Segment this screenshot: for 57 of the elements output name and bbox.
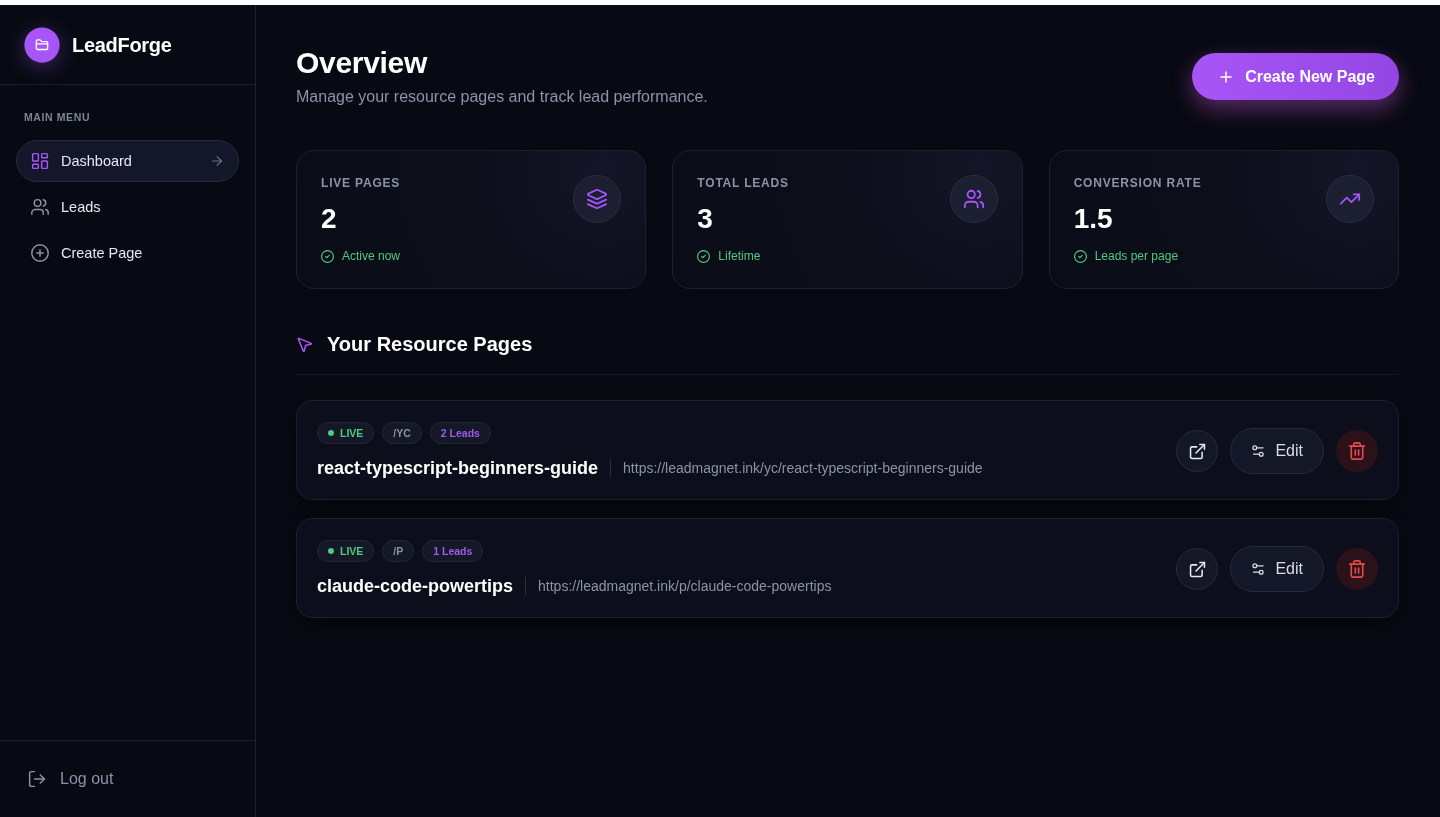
plus-circle-icon xyxy=(31,244,49,262)
sliders-icon xyxy=(1251,444,1266,458)
sidebar-item[interactable]: Dashboard xyxy=(16,140,239,182)
check-circle-icon xyxy=(697,249,711,263)
trash-icon xyxy=(1348,442,1366,460)
external-link-icon xyxy=(1188,442,1206,460)
status-dot-icon xyxy=(328,548,334,554)
path-badge: /YC xyxy=(382,422,422,444)
leads-count-badge: 2 Leads xyxy=(429,422,491,444)
stat-note: Leads per page xyxy=(1094,248,1179,264)
page-title: claude-code-powertips xyxy=(317,575,514,598)
create-page-button[interactable]: Create New Page xyxy=(1192,53,1399,100)
path-badge: /P xyxy=(382,540,415,562)
check-circle-icon xyxy=(321,249,334,263)
sidebar-item[interactable]: Leads xyxy=(16,186,239,228)
delete-button[interactable] xyxy=(1336,548,1378,590)
stat-value: 3 xyxy=(697,202,713,236)
external-link-icon xyxy=(1188,560,1206,578)
users-icon xyxy=(31,198,49,216)
trash-icon xyxy=(1348,560,1366,578)
status-dot-icon xyxy=(328,430,334,436)
page-heading: Overview xyxy=(296,45,429,81)
folder-logo-icon xyxy=(24,27,60,63)
section-heading: Your Resource Pages xyxy=(327,332,533,357)
users-icon xyxy=(949,175,998,223)
stat-label: LIVE PAGES xyxy=(321,175,401,191)
stat-note: Lifetime xyxy=(718,248,761,264)
menu-section-label: MAIN MENU xyxy=(23,110,91,124)
sidebar-item[interactable]: Create Page xyxy=(16,232,239,274)
arrow-right-icon xyxy=(210,154,224,168)
page-url: https://leadmagnet.ink/yc/react-typescript-beginners-guide xyxy=(623,460,983,476)
stat-label: TOTAL LEADS xyxy=(697,175,789,191)
cursor-arrow-icon xyxy=(296,335,313,353)
delete-button[interactable] xyxy=(1336,430,1378,472)
page-url: https://leadmagnet.ink/p/claude-code-powertips xyxy=(538,578,832,594)
stat-value: 2 xyxy=(321,202,337,236)
page-subtitle: Manage your resource pages and track lead performance. xyxy=(296,87,708,107)
trending-up-icon xyxy=(1326,175,1374,223)
stat-label: CONVERSION RATE xyxy=(1073,175,1202,191)
layers-icon xyxy=(573,175,622,223)
logout-icon xyxy=(28,770,46,788)
sliders-icon xyxy=(1251,562,1266,576)
app-name: LeadForge xyxy=(72,33,172,57)
dashboard-grid-icon xyxy=(31,152,49,170)
logout-button[interactable]: Log out xyxy=(28,770,114,788)
open-link-button[interactable] xyxy=(1176,548,1219,590)
edit-button[interactable]: Edit xyxy=(1230,546,1324,592)
leads-count-badge: 1 Leads xyxy=(422,540,484,562)
stat-note: Active now xyxy=(342,248,401,264)
page-title: react-typescript-beginners-guide xyxy=(317,457,599,480)
check-circle-icon xyxy=(1073,249,1087,263)
stat-value: 1.5 xyxy=(1073,202,1113,236)
open-link-button[interactable] xyxy=(1176,430,1219,472)
plus-icon xyxy=(1218,68,1235,85)
status-label: LIVE xyxy=(340,427,364,439)
status-label: LIVE xyxy=(340,545,364,557)
edit-button[interactable]: Edit xyxy=(1230,428,1324,474)
